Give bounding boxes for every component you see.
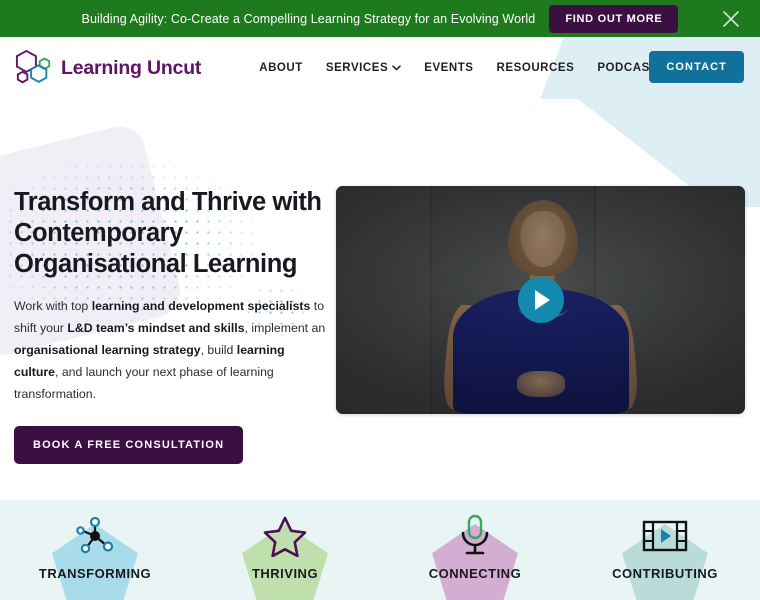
- close-icon[interactable]: [720, 8, 742, 30]
- microphone-icon: [455, 514, 495, 558]
- hero-video-thumbnail[interactable]: [336, 186, 745, 414]
- nav-item-events[interactable]: EVENTS: [424, 62, 473, 74]
- nav-label: ABOUT: [259, 62, 303, 74]
- hero-section: Transform and Thrive with Contemporary O…: [0, 99, 760, 500]
- site-header: Learning Uncut ABOUT SERVICES EVENTS RES…: [0, 37, 760, 99]
- pillar-label: CONNECTING: [428, 566, 522, 581]
- book-consultation-button[interactable]: BOOK A FREE CONSULTATION: [14, 425, 244, 464]
- pillar-label: THRIVING: [251, 566, 319, 581]
- film-strip-icon: [641, 514, 689, 558]
- hero-title: Transform and Thrive with Contemporary O…: [14, 188, 322, 279]
- hexagon-cluster-logo-icon: [14, 49, 54, 87]
- nav-label: RESOURCES: [496, 62, 575, 74]
- play-icon[interactable]: [517, 277, 564, 323]
- announcement-text: Building Agility: Co-Create a Compelling…: [81, 11, 536, 26]
- pillar-contributing[interactable]: CONTRIBUTING: [570, 500, 760, 600]
- pillars-section: TRANSFORMING THRIVING CONNECTING CONTRIB…: [0, 500, 760, 600]
- announcement-bar: Building Agility: Co-Create a Compelling…: [0, 0, 760, 37]
- hero-copy: Transform and Thrive with Contemporary O…: [14, 187, 332, 464]
- pillar-label: TRANSFORMING: [38, 566, 152, 581]
- find-out-more-button[interactable]: FIND OUT MORE: [549, 4, 679, 33]
- star-icon: [263, 514, 307, 558]
- contact-button[interactable]: CONTACT: [649, 51, 744, 83]
- nav-label: EVENTS: [424, 62, 474, 74]
- logo-text: Learning Uncut: [61, 56, 202, 79]
- pillar-transforming[interactable]: TRANSFORMING: [0, 500, 190, 600]
- network-nodes-icon: [73, 514, 117, 558]
- nav-item-about[interactable]: ABOUT: [259, 62, 303, 74]
- hero-paragraph: Work with top learning and development s…: [14, 299, 326, 401]
- pillar-label: CONTRIBUTING: [612, 566, 718, 581]
- pillar-connecting[interactable]: CONNECTING: [380, 500, 570, 600]
- chevron-down-icon: [392, 65, 401, 71]
- nav-item-resources[interactable]: RESOURCES: [497, 62, 575, 74]
- pillar-thriving[interactable]: THRIVING: [190, 500, 380, 600]
- nav-label: SERVICES: [325, 62, 389, 74]
- nav-item-services[interactable]: SERVICES: [326, 62, 401, 74]
- main-navigation: ABOUT SERVICES EVENTS RESOURCES PODCAST …: [259, 62, 716, 74]
- logo[interactable]: Learning Uncut: [14, 49, 201, 87]
